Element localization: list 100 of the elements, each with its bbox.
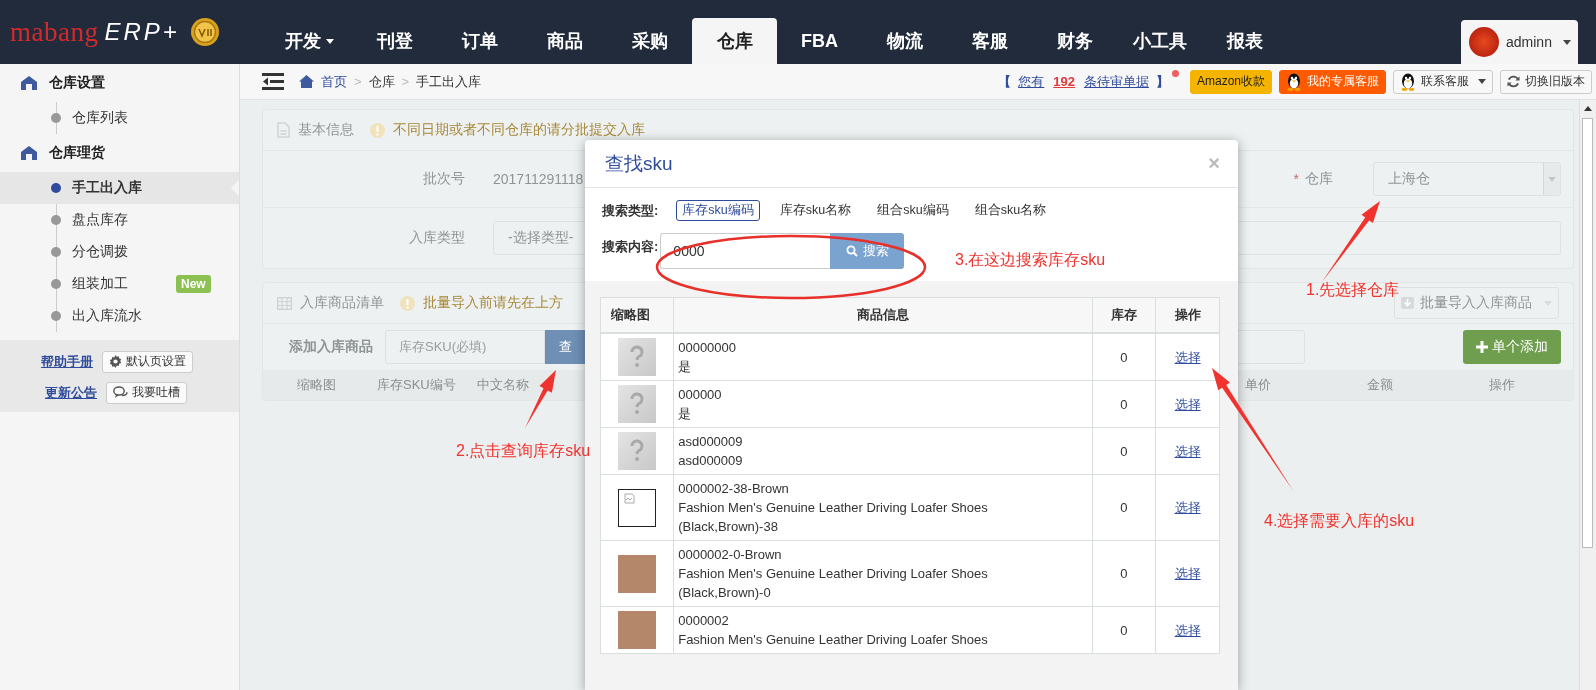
- penguin-icon: [1286, 72, 1302, 91]
- column-header: 库存SKU编号: [377, 376, 457, 394]
- search-type-option[interactable]: 库存sku编码: [676, 200, 760, 221]
- pending-count-link[interactable]: 192: [1053, 74, 1075, 89]
- bullet-dot: [51, 183, 61, 193]
- news-link[interactable]: 更新公告: [45, 383, 97, 402]
- menu-toggle-icon[interactable]: [262, 73, 284, 90]
- nav-tab[interactable]: 报表: [1202, 18, 1287, 64]
- bullet-dot: [51, 311, 61, 321]
- bullet-dot: [51, 113, 61, 123]
- nav-tab[interactable]: 物流: [862, 18, 947, 64]
- column-header: 单价: [1244, 376, 1272, 394]
- sidebar-item[interactable]: 出入库流水: [0, 300, 239, 332]
- nav-tab[interactable]: FBA: [777, 18, 862, 64]
- nav-tab[interactable]: 刊登: [352, 18, 437, 64]
- pending-link[interactable]: 您有: [1018, 72, 1045, 91]
- nav-tab[interactable]: 小工具: [1117, 18, 1202, 64]
- user-menu[interactable]: adminn: [1461, 20, 1578, 64]
- gear-icon: [109, 355, 122, 368]
- image-placeholder-icon: [618, 432, 657, 470]
- nav-tab[interactable]: 财务: [1032, 18, 1117, 64]
- breadcrumb-link[interactable]: 首页: [321, 72, 347, 91]
- chat-icon: [113, 386, 128, 399]
- select-link[interactable]: 选择: [1174, 349, 1201, 365]
- warning-text: 批量导入前请先在上方: [423, 294, 563, 312]
- warehouse-icon: [21, 76, 37, 90]
- select-link[interactable]: 选择: [1174, 566, 1201, 581]
- header-button[interactable]: 切换旧版本: [1500, 69, 1592, 94]
- product-info-cell: 00000000 是: [673, 333, 1093, 381]
- product-info-cell: 0000002-38-Brown Fashion Men's Genuine Leather Driving Loafer Shoes (Black,Brown)-38: [673, 474, 1093, 541]
- warning-icon: [400, 295, 415, 311]
- pending-orders-link[interactable]: 条待审单据: [1083, 72, 1149, 91]
- search-type-option[interactable]: 组合sku名称: [968, 200, 1053, 221]
- nav-tab[interactable]: 采购: [607, 18, 692, 64]
- sidebar-item[interactable]: 仓库列表: [0, 102, 239, 134]
- select-link[interactable]: 选择: [1174, 443, 1201, 459]
- sidebar-item[interactable]: 组装加工 New: [0, 268, 239, 300]
- product-info-cell: 0000002-0-Brown Fashion Men's Genuine Leather Driving Loafer Shoes (Black,Brown)-0: [673, 540, 1093, 607]
- home-icon: [299, 75, 314, 88]
- penguin-icon: [1400, 72, 1416, 91]
- help-manual-link[interactable]: 帮助手册: [41, 352, 93, 371]
- sidebar-item[interactable]: 盘点库存: [0, 204, 239, 236]
- batch-number-value: 201711291118: [493, 171, 584, 187]
- search-type-label: 搜索类型:: [602, 201, 659, 220]
- add-items-label: 添加入库商品: [288, 338, 373, 356]
- batch-number-label: 批次号: [422, 170, 465, 188]
- default-page-settings-button[interactable]: 默认页设置: [102, 350, 193, 373]
- warning-text: 不同日期或者不同仓库的请分批提交入库: [393, 121, 645, 139]
- select-link[interactable]: 选择: [1174, 622, 1201, 638]
- avatar-circle: [1469, 27, 1499, 57]
- warehouse-label: 仓库: [1305, 170, 1333, 188]
- sidebar-item[interactable]: 分仓调拨: [0, 236, 239, 268]
- stock-cell: 0: [1092, 427, 1156, 475]
- column-header: 缩略图: [297, 376, 337, 394]
- annotation-text: 3.在这边搜索库存sku: [955, 250, 1106, 270]
- column-header: 金额: [1366, 376, 1394, 394]
- photo-placeholder: [618, 554, 657, 593]
- select-link[interactable]: 选择: [1174, 396, 1201, 412]
- nav-tab[interactable]: 订单: [437, 18, 522, 64]
- table-icon: [277, 296, 292, 310]
- nav-tab[interactable]: 开发: [267, 18, 352, 64]
- refresh-icon: [1507, 75, 1520, 88]
- warehouse-icon: [21, 146, 37, 160]
- breadcrumb-item: 手工出入库: [416, 72, 482, 91]
- document-icon: [277, 122, 290, 138]
- broken-image-icon: [618, 488, 657, 527]
- nav-tab[interactable]: 仓库: [692, 18, 777, 64]
- plus-icon: [1476, 341, 1488, 353]
- breadcrumb-separator: >: [401, 74, 410, 89]
- search-type-option[interactable]: 库存sku名称: [773, 200, 858, 221]
- column-header: 商品信息: [673, 297, 1093, 333]
- search-icon: [845, 245, 858, 257]
- scrollbar[interactable]: [1579, 100, 1596, 690]
- header-button[interactable]: 联系客服: [1393, 69, 1493, 94]
- column-header: 中文名称: [477, 376, 530, 394]
- breadcrumb-item: 仓库: [368, 72, 395, 91]
- dialog-title: 查找sku: [605, 151, 673, 176]
- bracket-text: 】: [1155, 72, 1169, 91]
- stock-cell: 0: [1092, 540, 1156, 607]
- bracket-text: 【: [998, 72, 1012, 91]
- nav-tab[interactable]: 商品: [522, 18, 607, 64]
- stock-cell: 0: [1092, 333, 1156, 381]
- search-content-label: 搜索内容:: [602, 238, 659, 256]
- column-header: 库存: [1092, 297, 1156, 333]
- annotation-text: 4.选择需要入库的sku: [1264, 511, 1415, 531]
- feedback-button[interactable]: 我要吐槽: [106, 381, 187, 404]
- select-link[interactable]: 选择: [1174, 500, 1201, 515]
- inbound-type-label: 入库类型: [408, 229, 465, 247]
- image-placeholder-icon: [618, 385, 657, 423]
- header-button[interactable]: Amazon收款: [1189, 69, 1272, 94]
- nav-tab[interactable]: 客服: [947, 18, 1032, 64]
- column-header: 缩略图: [600, 297, 674, 333]
- required-mark: *: [1293, 171, 1299, 187]
- breadcrumb-separator: >: [354, 74, 362, 89]
- sidebar-section-title: 仓库设置: [0, 64, 239, 102]
- image-placeholder-icon: [618, 338, 657, 376]
- column-header: 操作: [1155, 297, 1220, 333]
- vip-coin-icon: [189, 17, 220, 47]
- search-type-option[interactable]: 组合sku编码: [871, 200, 955, 221]
- sidebar-item[interactable]: 手工出入库: [0, 172, 239, 204]
